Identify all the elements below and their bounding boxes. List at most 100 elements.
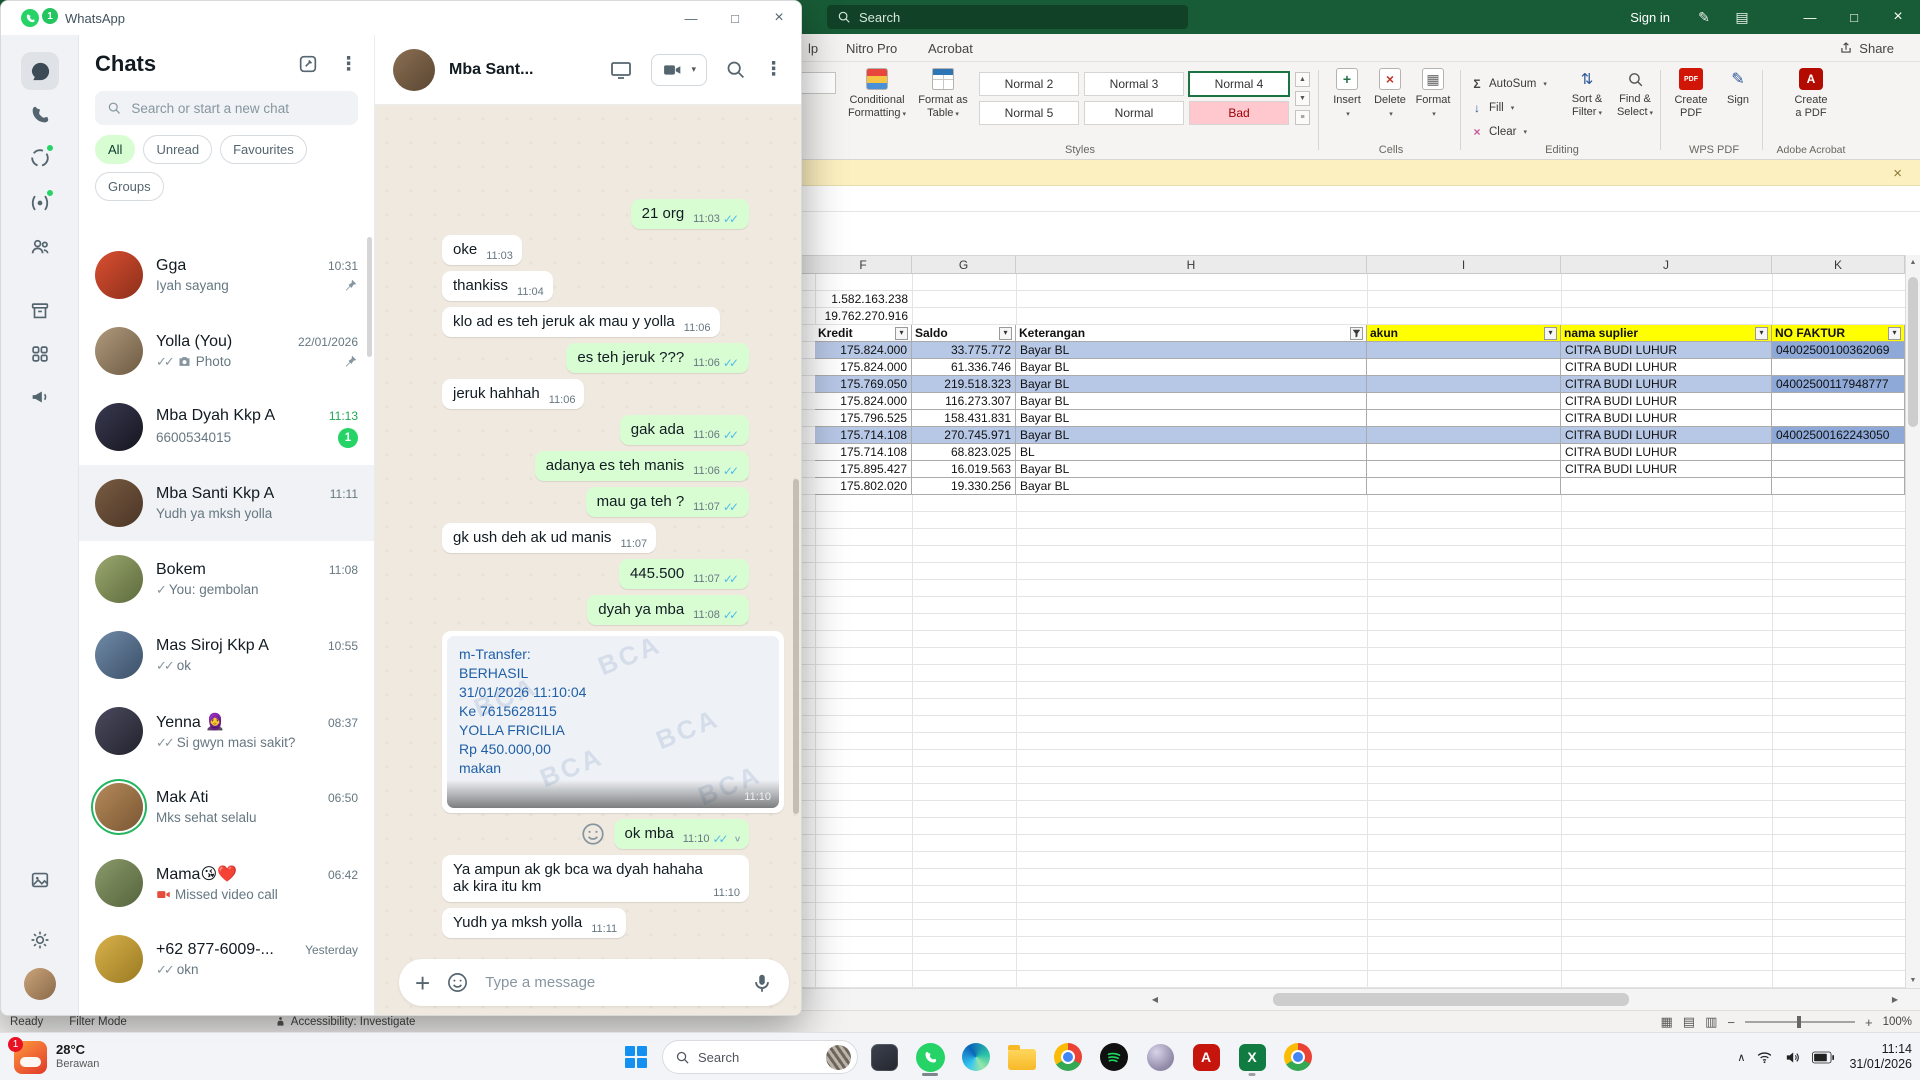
file-explorer-taskbar-icon[interactable] bbox=[1002, 1037, 1042, 1077]
chat-search-bar[interactable] bbox=[95, 91, 358, 125]
cell[interactable]: 175.895.427 bbox=[815, 461, 912, 478]
cell-f-value[interactable]: 1.582.163.238 bbox=[815, 291, 912, 308]
cell[interactable]: 16.019.563 bbox=[912, 461, 1016, 478]
excel-minimize-button[interactable]: — bbox=[1788, 0, 1832, 34]
message-bubble[interactable]: es teh jeruk ??? 11:06 ✓✓ bbox=[566, 343, 749, 373]
cell[interactable] bbox=[1772, 478, 1905, 495]
chat-list-scrollbar[interactable] bbox=[367, 237, 372, 357]
cell[interactable]: Bayar BL bbox=[1016, 342, 1367, 359]
cell[interactable] bbox=[1367, 461, 1561, 478]
message-bubble[interactable]: klo ad es teh jeruk ak mau y yolla 11:06 bbox=[442, 307, 720, 337]
message-bubble[interactable]: gak ada 11:06 ✓✓ bbox=[619, 415, 749, 445]
cell-style-normal-5[interactable]: Normal 5 bbox=[979, 101, 1079, 125]
chat-list-item[interactable]: Mama😘❤️ 06:42 Missed video call bbox=[79, 845, 374, 921]
calls-icon[interactable] bbox=[21, 96, 59, 134]
chrome-taskbar-icon[interactable] bbox=[1048, 1037, 1088, 1077]
spotify-taskbar-icon[interactable] bbox=[1094, 1037, 1134, 1077]
cell[interactable] bbox=[1772, 444, 1905, 461]
cell[interactable]: CITRA BUDI LUHUR bbox=[1561, 461, 1772, 478]
fill-button[interactable]: ↓ Fill ▾ bbox=[1470, 98, 1514, 118]
message-bubble[interactable]: 21 org 11:03 ✓✓ bbox=[630, 199, 749, 229]
filter-favourites[interactable]: Favourites bbox=[220, 135, 307, 164]
start-button[interactable] bbox=[616, 1037, 656, 1077]
insert-cells-button[interactable]: + Insert ▾ bbox=[1326, 68, 1368, 121]
zoom-out-button[interactable]: − bbox=[1727, 1015, 1735, 1030]
table-header-kredit[interactable]: Kredit ▾ bbox=[815, 325, 912, 342]
cell[interactable]: 19.330.256 bbox=[912, 478, 1016, 495]
cell[interactable]: 04002500100362069 bbox=[1772, 342, 1905, 359]
excel-close-button[interactable]: × bbox=[1876, 0, 1920, 34]
screen-share-icon[interactable] bbox=[609, 58, 633, 82]
cell[interactable]: CITRA BUDI LUHUR bbox=[1561, 444, 1772, 461]
cell[interactable]: CITRA BUDI LUHUR bbox=[1561, 393, 1772, 410]
taskbar-search[interactable]: Search bbox=[662, 1040, 858, 1074]
zoom-slider-thumb[interactable] bbox=[1796, 1016, 1801, 1028]
horizontal-scroll-thumb[interactable] bbox=[1273, 993, 1629, 1006]
tab-acrobat[interactable]: Acrobat bbox=[924, 34, 977, 62]
cell[interactable]: 61.336.746 bbox=[912, 359, 1016, 376]
chat-list-item[interactable]: Mas Siroj Kkp A 10:55 ✓✓ ok bbox=[79, 617, 374, 693]
cell[interactable]: 175.796.525 bbox=[815, 410, 912, 427]
browser-taskbar-icon-2[interactable] bbox=[1278, 1037, 1318, 1077]
table-header-nama-suplier[interactable]: nama suplier ▾ bbox=[1561, 325, 1772, 342]
wa-minimize-button[interactable]: — bbox=[669, 1, 713, 35]
cell[interactable]: 175.714.108 bbox=[815, 444, 912, 461]
media-icon[interactable] bbox=[21, 861, 59, 899]
gray-planet-app-icon[interactable] bbox=[1140, 1037, 1180, 1077]
cell[interactable] bbox=[1367, 342, 1561, 359]
filter-dropdown-icon[interactable]: ▾ bbox=[1544, 326, 1557, 340]
column-header-I[interactable]: I bbox=[1367, 256, 1561, 274]
taskbar-clock[interactable]: 11:14 31/01/2026 bbox=[1849, 1042, 1912, 1072]
gallery-more-icon[interactable]: ≡ bbox=[1295, 110, 1310, 125]
message-bubble[interactable]: adanya es teh manis 11:06 ✓✓ bbox=[534, 451, 749, 481]
message-menu-chevron-icon[interactable]: > bbox=[732, 836, 742, 841]
cell[interactable]: 175.714.108 bbox=[815, 427, 912, 444]
cell[interactable] bbox=[1367, 427, 1561, 444]
message-input[interactable] bbox=[485, 974, 735, 991]
vertical-scroll-thumb[interactable] bbox=[1908, 277, 1918, 427]
cell[interactable]: 158.431.831 bbox=[912, 410, 1016, 427]
excel-maximize-button[interactable]: □ bbox=[1832, 0, 1876, 34]
zoom-in-button[interactable]: + bbox=[1865, 1015, 1873, 1030]
chat-list-item[interactable]: +62 877-6009-... Yesterday ✓✓ okn bbox=[79, 921, 374, 997]
wa-close-button[interactable]: × bbox=[757, 1, 801, 35]
column-header-H[interactable]: H bbox=[1016, 256, 1367, 274]
cell[interactable]: BL bbox=[1016, 444, 1367, 461]
cell[interactable]: Bayar BL bbox=[1016, 461, 1367, 478]
megaphone-icon[interactable] bbox=[21, 378, 59, 416]
table-header-no-faktur[interactable]: NO FAKTUR ▾ bbox=[1772, 325, 1905, 342]
column-header-J[interactable]: J bbox=[1561, 256, 1772, 274]
view-normal-icon[interactable]: ▦ bbox=[1661, 1014, 1673, 1030]
cell[interactable] bbox=[1772, 393, 1905, 410]
cell[interactable] bbox=[1772, 461, 1905, 478]
cell[interactable] bbox=[1367, 359, 1561, 376]
filter-all[interactable]: All bbox=[95, 135, 136, 164]
message-bubble[interactable]: gk ush deh ak ud manis 11:07 bbox=[442, 523, 657, 553]
find-select-button[interactable]: Find & Select ▾ bbox=[1612, 68, 1658, 120]
cell[interactable]: 68.823.025 bbox=[912, 444, 1016, 461]
cell[interactable]: Bayar BL bbox=[1016, 410, 1367, 427]
chat-list-item[interactable]: Mba Dyah Kkp A 11:13 6600534015 1 bbox=[79, 389, 374, 465]
sticker-icon[interactable] bbox=[446, 971, 469, 994]
scroll-left-icon[interactable]: ◀ bbox=[1145, 989, 1165, 1010]
table-header-saldo[interactable]: Saldo ▾ bbox=[912, 325, 1016, 342]
chat-list-item[interactable]: Mba Santi Kkp A 11:11 Yudh ya mksh yolla bbox=[79, 465, 374, 541]
volume-icon[interactable] bbox=[1784, 1049, 1801, 1066]
message-bubble[interactable]: oke 11:03 bbox=[442, 235, 522, 265]
chat-list-item[interactable]: Yolla (You) 22/01/2026 ✓✓ Photo bbox=[79, 313, 374, 389]
message-bubble[interactable]: ok mba 11:10 ✓✓ > bbox=[613, 819, 749, 849]
excel-search-box[interactable]: Search bbox=[827, 5, 1188, 29]
cell[interactable]: CITRA BUDI LUHUR bbox=[1561, 427, 1772, 444]
cell[interactable] bbox=[1561, 478, 1772, 495]
cell[interactable]: CITRA BUDI LUHUR bbox=[1561, 376, 1772, 393]
vertical-scrollbar[interactable]: ▲ ▼ bbox=[1905, 255, 1920, 988]
notification-close-icon[interactable]: × bbox=[1893, 160, 1902, 186]
apps-icon[interactable] bbox=[21, 335, 59, 373]
conversation-menu-icon[interactable]: ⋮ bbox=[764, 58, 783, 81]
gallery-down-icon[interactable]: ▼ bbox=[1295, 91, 1310, 106]
zoom-slider[interactable] bbox=[1744, 1016, 1855, 1028]
view-page-layout-icon[interactable]: ▤ bbox=[1683, 1014, 1695, 1030]
message-bubble[interactable]: 445.500 11:07 ✓✓ bbox=[618, 559, 749, 589]
cell[interactable]: 116.273.307 bbox=[912, 393, 1016, 410]
tab-nitro-pro[interactable]: Nitro Pro bbox=[842, 34, 901, 62]
